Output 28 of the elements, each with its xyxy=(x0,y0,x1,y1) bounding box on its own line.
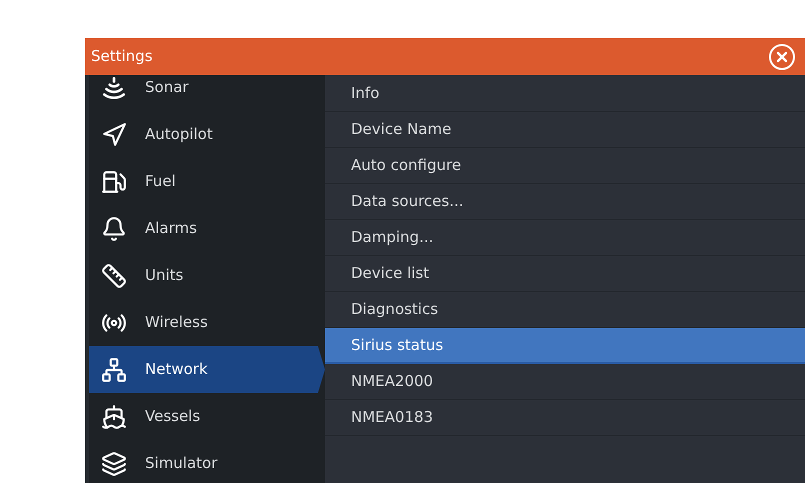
sidebar-item[interactable]: Sonar xyxy=(89,75,325,111)
sidebar-item[interactable]: Fuel xyxy=(89,158,325,205)
sonar-waves-icon xyxy=(101,75,127,100)
menu-item[interactable]: Device Name xyxy=(325,112,805,148)
ruler-icon xyxy=(101,262,127,288)
ship-icon xyxy=(101,404,127,430)
menu-item[interactable]: NMEA2000 xyxy=(325,364,805,400)
fuel-pump-icon xyxy=(101,168,127,194)
window-title: Settings xyxy=(91,46,153,68)
sidebar-item[interactable]: Alarms xyxy=(89,205,325,252)
sidebar-item[interactable]: Simulator xyxy=(89,440,325,483)
sidebar-item[interactable]: Units xyxy=(89,252,325,299)
menu-item[interactable]: Info xyxy=(325,76,805,112)
menu-item[interactable]: NMEA0183 xyxy=(325,400,805,436)
sidebar-item[interactable]: Wireless xyxy=(89,299,325,346)
menu-item[interactable]: Data sources... xyxy=(325,184,805,220)
sidebar-item[interactable]: Vessels xyxy=(89,393,325,440)
navigation-arrow-icon xyxy=(101,122,127,148)
menu-item[interactable]: Sirius status xyxy=(325,328,805,364)
layers-icon xyxy=(101,450,127,476)
sidebar-item[interactable]: Autopilot xyxy=(89,111,325,158)
sidebar-item[interactable]: Network xyxy=(89,346,325,393)
bell-icon xyxy=(101,216,127,242)
close-button[interactable] xyxy=(769,44,795,70)
menu-item[interactable]: Damping... xyxy=(325,220,805,256)
network-icon xyxy=(101,356,127,382)
menu-item[interactable]: Auto configure xyxy=(325,148,805,184)
menu-item[interactable]: Device list xyxy=(325,256,805,292)
